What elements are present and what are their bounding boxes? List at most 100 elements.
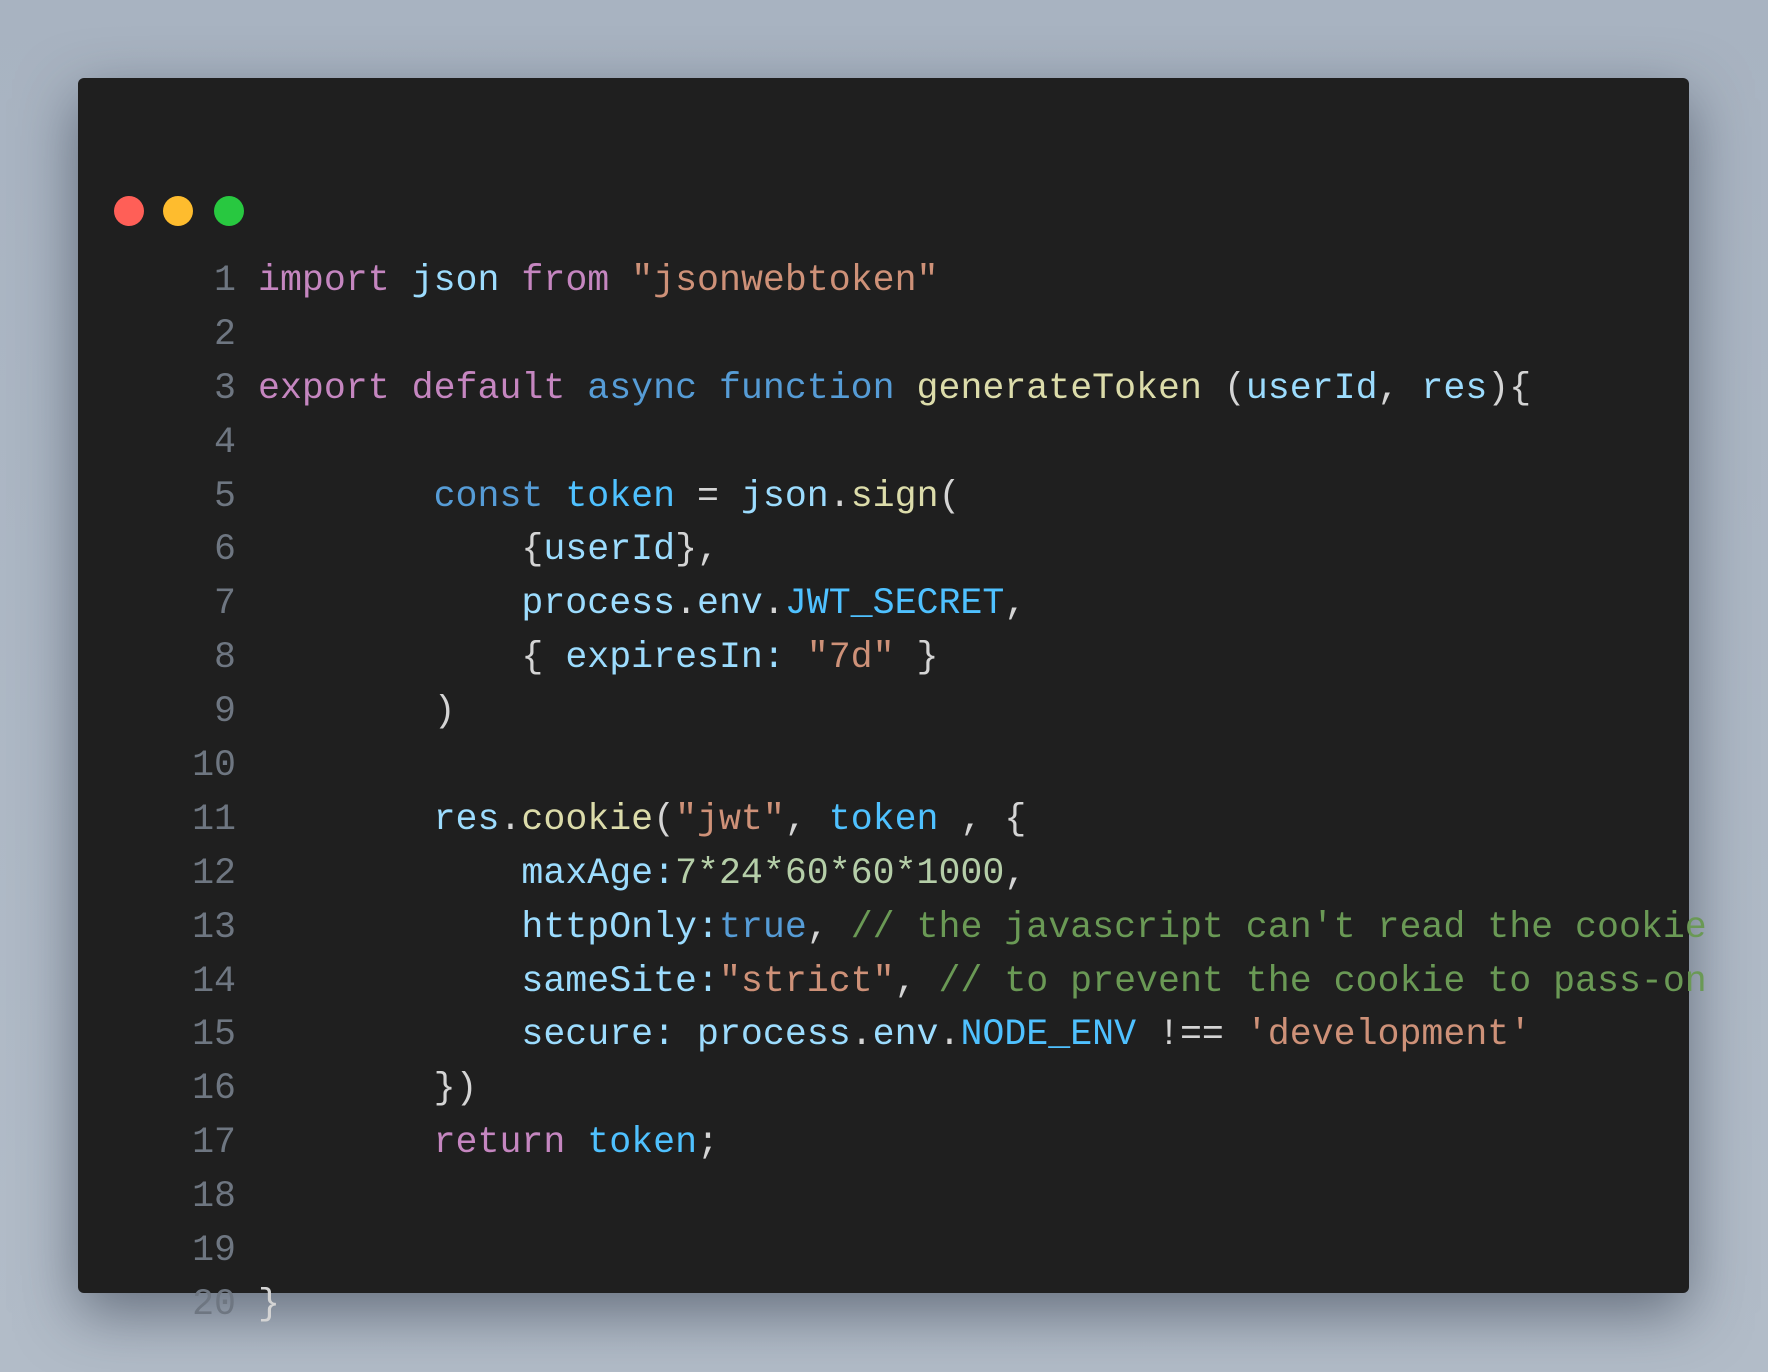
code-token: NODE_ENV	[960, 1014, 1137, 1056]
code-token: return	[433, 1122, 566, 1164]
line-number: 18	[192, 1176, 236, 1218]
code-token: .	[850, 1014, 873, 1056]
code-token: expiresIn	[565, 637, 763, 679]
code-token: env	[697, 583, 763, 625]
line-content: const token = json.sign(	[258, 470, 961, 524]
code-token: (	[938, 475, 961, 517]
line-number: 9	[214, 691, 236, 733]
code-token: from	[521, 260, 610, 301]
code-token: sameSite:	[521, 960, 719, 1002]
code-token: ;	[697, 1122, 719, 1164]
code-window: 1 import json from "jsonwebtoken" 2 3 export…	[78, 78, 1707, 1325]
line-number: 11	[192, 798, 236, 840]
line-content: {userId},	[258, 523, 719, 577]
code-token: // to prevent the cookie to pass-on	[938, 960, 1707, 1002]
line-number: 15	[192, 1014, 236, 1056]
code-token: =	[675, 475, 741, 517]
code-token: .	[938, 1014, 961, 1056]
code-token: token	[587, 1122, 698, 1164]
code-token: (	[653, 798, 676, 840]
maximize-button[interactable]	[214, 196, 244, 226]
code-token: token	[565, 475, 676, 517]
code-token: export	[258, 367, 390, 409]
code-token: {	[258, 529, 544, 571]
code-token: :	[762, 637, 807, 679]
code-token: {	[258, 637, 566, 679]
line-number: 4	[214, 421, 236, 463]
code-token: 'development'	[1245, 1014, 1532, 1056]
code-token: cookie	[521, 798, 654, 840]
line-content: process.env.JWT_SECRET,	[258, 577, 1026, 631]
code-token: json	[740, 475, 829, 517]
code-token: sign	[850, 475, 939, 517]
line-content: return token;	[258, 1116, 719, 1170]
line-content: secure: process.env.NODE_ENV !== 'develo…	[258, 1008, 1531, 1062]
code-token: ,	[784, 798, 829, 840]
line-number: 17	[192, 1122, 236, 1164]
close-button[interactable]	[114, 196, 144, 226]
code-token: token	[828, 798, 939, 840]
code-token: .	[675, 583, 698, 625]
code-token: "jsonwebtoken"	[631, 260, 939, 301]
line-number: 10	[192, 745, 236, 787]
minimize-button[interactable]	[163, 196, 193, 226]
code-token: maxAge:	[521, 852, 676, 894]
code-token: 7*24*60*60*1000	[675, 852, 1005, 894]
line-content: }	[258, 1278, 280, 1332]
code-token: secure:	[521, 1014, 698, 1056]
line-content: export default async function generateTo…	[258, 362, 1531, 416]
code-token: , {	[938, 798, 1027, 840]
code-token: userId	[543, 529, 676, 571]
line-content: maxAge:7*24*60*60*1000,	[258, 847, 1026, 901]
line-number: 20	[192, 1283, 236, 1325]
line-content: sameSite:"strict", // to prevent the coo…	[258, 955, 1707, 1009]
code-token: (	[1201, 367, 1246, 409]
code-token: ){	[1487, 367, 1532, 409]
code-token: JWT_SECRET	[784, 583, 1005, 625]
line-content: import json from "jsonwebtoken"	[258, 254, 939, 308]
code-token: userId	[1245, 367, 1378, 409]
line-number: 8	[214, 637, 236, 679]
line-number: 2	[214, 313, 236, 355]
code-token: env	[872, 1014, 939, 1056]
code-token: process	[697, 1014, 851, 1056]
line-content: )	[258, 685, 456, 739]
code-token: .	[828, 475, 851, 517]
line-content: { expiresIn: "7d" }	[258, 631, 939, 685]
code-token: ,	[806, 906, 851, 948]
line-number: 13	[192, 906, 236, 948]
line-content: })	[258, 1062, 478, 1116]
code-token: })	[258, 1068, 478, 1110]
code-token: ,	[1377, 367, 1422, 409]
line-content: res.cookie("jwt", token , {	[258, 793, 1027, 847]
code-token: async	[587, 367, 698, 409]
code-token: .	[762, 583, 785, 625]
code-token: }	[894, 637, 939, 679]
code-token: },	[675, 529, 719, 571]
code-token: function	[718, 367, 895, 409]
code-token: res	[433, 798, 500, 840]
line-number: 7	[214, 583, 236, 625]
line-number: 6	[214, 529, 236, 571]
line-number: 16	[192, 1068, 236, 1110]
code-token: )	[258, 691, 456, 733]
line-number: 19	[192, 1230, 236, 1272]
code-token: "strict"	[718, 960, 895, 1002]
line-content: httpOnly:true, // the javascript can't r…	[258, 901, 1706, 955]
code-token: process	[521, 583, 676, 625]
code-token: ,	[894, 960, 939, 1002]
